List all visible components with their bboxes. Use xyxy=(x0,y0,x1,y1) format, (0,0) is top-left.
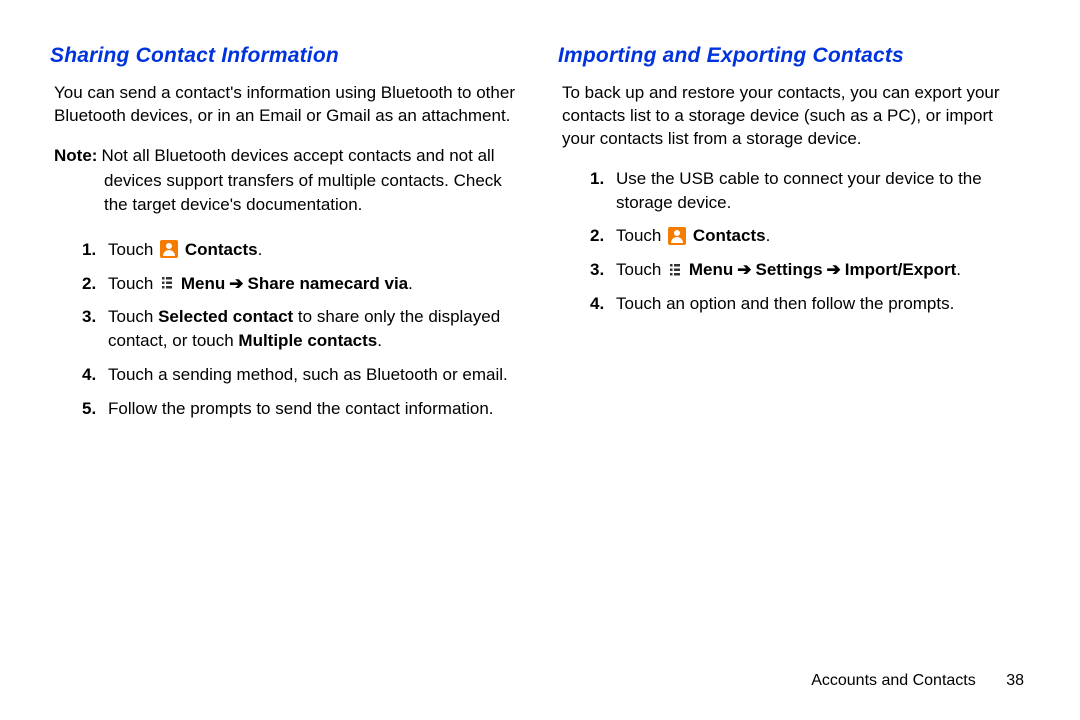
arrow-icon: ➔ xyxy=(737,260,751,279)
period: . xyxy=(258,240,263,259)
share-namecard-label: Share namecard via xyxy=(247,274,408,293)
settings-label: Settings xyxy=(755,260,822,279)
step-text: Touch xyxy=(616,260,661,279)
menu-label: Menu xyxy=(689,260,733,279)
step-text: Touch xyxy=(108,307,158,326)
note-text-rest: devices support transfers of multiple co… xyxy=(54,169,522,218)
arrow-icon: ➔ xyxy=(827,260,841,279)
footer-page-number: 38 xyxy=(1006,672,1024,689)
step-text: Touch a sending method, such as Bluetoot… xyxy=(108,365,508,384)
list-item: Touch a sending method, such as Bluetoot… xyxy=(82,363,522,387)
step-text: Follow the prompts to send the contact i… xyxy=(108,399,494,418)
period: . xyxy=(377,331,382,350)
step-text: Use the USB cable to connect your device… xyxy=(616,169,982,212)
list-item: Touch Menu➔Settings➔Import/Export. xyxy=(590,258,1030,282)
step-text: Touch xyxy=(108,274,153,293)
intro-import-export: To back up and restore your contacts, yo… xyxy=(558,82,1030,151)
contacts-icon xyxy=(668,227,686,245)
menu-label: Menu xyxy=(181,274,225,293)
menu-icon xyxy=(668,262,682,278)
right-column: Importing and Exporting Contacts To back… xyxy=(558,44,1030,431)
page-footer: Accounts and Contacts 38 xyxy=(811,672,1024,690)
contacts-label: Contacts xyxy=(693,226,766,245)
period: . xyxy=(956,260,961,279)
step-text: Touch an option and then follow the prom… xyxy=(616,294,954,313)
contacts-icon xyxy=(160,240,178,258)
list-item: Follow the prompts to send the contact i… xyxy=(82,397,522,421)
note-text-first: Not all Bluetooth devices accept contact… xyxy=(101,146,494,165)
arrow-icon: ➔ xyxy=(229,274,243,293)
import-export-label: Import/Export xyxy=(845,260,956,279)
list-item: Touch an option and then follow the prom… xyxy=(590,292,1030,316)
left-column: Sharing Contact Information You can send… xyxy=(50,44,522,431)
heading-import-export: Importing and Exporting Contacts xyxy=(558,44,1030,68)
steps-import-export: Use the USB cable to connect your device… xyxy=(558,167,1030,316)
list-item: Touch Contacts. xyxy=(590,224,1030,248)
multiple-contacts-label: Multiple contacts xyxy=(238,331,377,350)
menu-icon xyxy=(160,275,174,291)
footer-section: Accounts and Contacts xyxy=(811,672,976,689)
note-block: Note: Not all Bluetooth devices accept c… xyxy=(50,144,522,218)
note-label: Note: xyxy=(54,144,97,169)
selected-contact-label: Selected contact xyxy=(158,307,293,326)
step-text: Touch xyxy=(108,240,153,259)
list-item: Use the USB cable to connect your device… xyxy=(590,167,1030,215)
list-item: Touch Selected contact to share only the… xyxy=(82,305,522,353)
steps-sharing: Touch Contacts. Touch Menu➔Share namecar… xyxy=(50,238,522,421)
list-item: Touch Contacts. xyxy=(82,238,522,262)
list-item: Touch Menu➔Share namecard via. xyxy=(82,272,522,296)
step-text: Touch xyxy=(616,226,661,245)
period: . xyxy=(766,226,771,245)
period: . xyxy=(408,274,413,293)
heading-sharing: Sharing Contact Information xyxy=(50,44,522,68)
contacts-label: Contacts xyxy=(185,240,258,259)
intro-sharing: You can send a contact's information usi… xyxy=(50,82,522,128)
